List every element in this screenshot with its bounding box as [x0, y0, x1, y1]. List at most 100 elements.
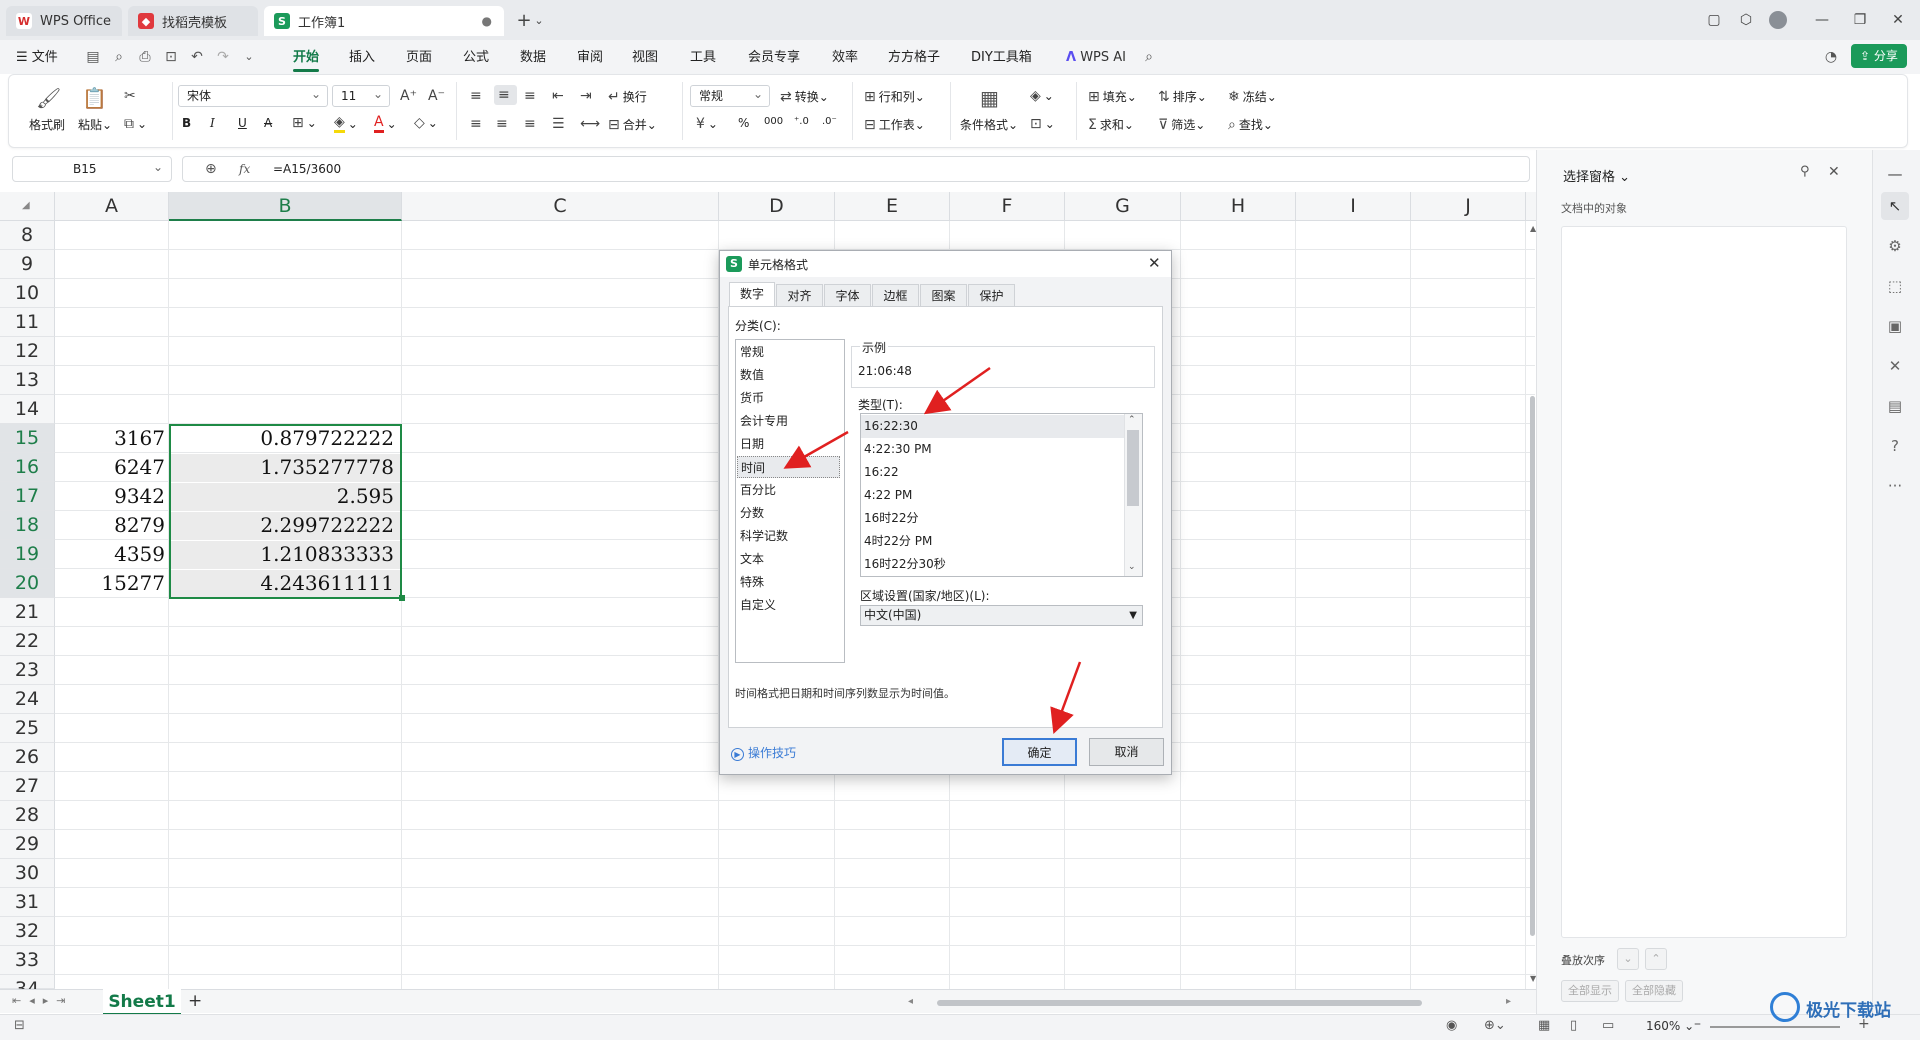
- row-header-22[interactable]: 22: [0, 627, 55, 656]
- cell-a18[interactable]: 8279: [55, 511, 169, 540]
- image-edit-icon[interactable]: ▣: [1881, 312, 1909, 340]
- chat-icon[interactable]: ◔: [1822, 47, 1840, 67]
- paste-button[interactable]: 粘贴 ⌄: [78, 116, 112, 133]
- clear-format-icon[interactable]: ◇ ⌄: [414, 115, 438, 131]
- row-header-26[interactable]: 26: [0, 743, 55, 772]
- row-header-8[interactable]: 8: [0, 221, 55, 250]
- category-item[interactable]: 货币: [740, 387, 843, 409]
- row-header-24[interactable]: 24: [0, 685, 55, 714]
- tab-list-chevron-icon[interactable]: ⌄: [530, 8, 548, 32]
- ok-button[interactable]: 确定: [1002, 738, 1077, 766]
- row-header-32[interactable]: 32: [0, 917, 55, 946]
- convert-button[interactable]: ⇄ 转换 ⌄: [780, 88, 829, 105]
- category-item[interactable]: 常规: [740, 341, 843, 363]
- locale-dropdown[interactable]: 中文(中国) ▼: [860, 605, 1143, 626]
- name-box[interactable]: B15: [12, 155, 172, 182]
- freeze-button[interactable]: ❄ 冻结 ⌄: [1228, 88, 1277, 105]
- row-header-28[interactable]: 28: [0, 801, 55, 830]
- column-header-d[interactable]: D: [719, 192, 835, 221]
- type-item[interactable]: 16时22分30秒: [864, 553, 1124, 576]
- print-preview-icon[interactable]: ⊡: [162, 47, 180, 67]
- dialog-tab-2[interactable]: 对齐: [776, 284, 823, 306]
- currency-icon[interactable]: ¥ ⌄: [696, 116, 718, 132]
- undo-icon[interactable]: ↶: [188, 47, 206, 67]
- category-item[interactable]: 会计专用: [740, 410, 843, 432]
- format-painter-button[interactable]: 格式刷: [29, 116, 65, 133]
- format-icon[interactable]: ⬚: [1881, 272, 1909, 300]
- properties-icon[interactable]: ⚙: [1881, 232, 1909, 260]
- row-header-34[interactable]: 34: [0, 975, 55, 1000]
- align-right-icon[interactable]: ≡: [524, 116, 539, 132]
- conditional-format-button[interactable]: 条件格式 ⌄: [960, 116, 1018, 133]
- sort-button[interactable]: ⇅ 排序 ⌄: [1158, 88, 1207, 105]
- help-icon[interactable]: ?: [1881, 432, 1909, 460]
- paste-icon[interactable]: 📋: [82, 86, 107, 110]
- move-up-button[interactable]: ⌃: [1645, 948, 1667, 970]
- object-list[interactable]: [1561, 226, 1847, 938]
- restore-icon[interactable]: ❐: [1846, 8, 1874, 32]
- sheet-tab-sheet1[interactable]: Sheet1: [103, 989, 181, 1015]
- row-header-30[interactable]: 30: [0, 859, 55, 888]
- row-header-18[interactable]: 18: [0, 511, 55, 540]
- fill-button[interactable]: ⊞ 填充 ⌄: [1088, 88, 1137, 105]
- sum-button[interactable]: Σ 求和 ⌄: [1088, 116, 1134, 133]
- indent-decrease-icon[interactable]: ⇤: [552, 88, 567, 104]
- row-header-9[interactable]: 9: [0, 250, 55, 279]
- cell-a15[interactable]: 3167: [55, 424, 169, 453]
- column-header-f[interactable]: F: [950, 192, 1065, 221]
- row-header-23[interactable]: 23: [0, 656, 55, 685]
- type-item[interactable]: 16时22分: [864, 507, 1124, 530]
- align-center-icon[interactable]: ≡: [496, 116, 511, 132]
- category-item[interactable]: 百分比: [740, 479, 843, 501]
- indent-increase-icon[interactable]: ⇥: [580, 88, 595, 104]
- fx-icon[interactable]: fx: [239, 157, 250, 181]
- quick-access-chevron-icon[interactable]: ⌄: [240, 47, 258, 67]
- fill-color-icon[interactable]: ◈ ⌄: [334, 114, 358, 133]
- type-item[interactable]: 16:22:30: [861, 415, 1124, 438]
- align-left-icon[interactable]: ≡: [470, 116, 485, 132]
- column-header-g[interactable]: G: [1065, 192, 1181, 221]
- page-break-icon[interactable]: ▭: [1602, 1018, 1614, 1033]
- decimal-increase-icon[interactable]: ⁺.0: [794, 116, 809, 127]
- dialog-tab-5[interactable]: 图案: [920, 284, 967, 306]
- menu-2[interactable]: 插入: [349, 47, 375, 69]
- book-icon[interactable]: ▤: [1881, 392, 1909, 420]
- cell-border-icon[interactable]: ⊡ ⌄: [1030, 116, 1055, 132]
- column-header-a[interactable]: A: [55, 192, 169, 221]
- close-pane-icon[interactable]: ✕: [1828, 164, 1840, 180]
- minimize-icon[interactable]: —: [1808, 8, 1836, 32]
- type-item[interactable]: 4时22分 PM: [864, 530, 1124, 553]
- decrease-font-icon[interactable]: A⁻: [428, 88, 448, 104]
- print-icon[interactable]: ⎙: [136, 47, 154, 67]
- more-icon[interactable]: ···: [1881, 472, 1909, 500]
- column-header-i[interactable]: I: [1296, 192, 1411, 221]
- cell-a20[interactable]: 15277: [55, 569, 169, 598]
- horizontal-scrollbar-thumb[interactable]: [937, 1000, 1422, 1006]
- decimal-decrease-icon[interactable]: .0⁻: [822, 116, 837, 127]
- font-size-dropdown[interactable]: 11: [332, 84, 390, 107]
- category-item[interactable]: 文本: [740, 548, 843, 570]
- worksheet-button[interactable]: ⊟ 工作表 ⌄: [864, 116, 925, 133]
- menu-3[interactable]: 页面: [406, 47, 432, 69]
- align-middle-icon[interactable]: ≡: [494, 85, 517, 105]
- number-format-dropdown[interactable]: 常规: [690, 84, 770, 107]
- dialog-tab-4[interactable]: 边框: [872, 284, 919, 306]
- type-item[interactable]: 16:22: [864, 461, 1124, 484]
- tips-link[interactable]: ▶ 操作技巧: [731, 744, 796, 761]
- category-item[interactable]: 科学记数: [740, 525, 843, 547]
- formula-input[interactable]: =A15/3600: [273, 157, 341, 181]
- menu-8[interactable]: 工具: [690, 47, 716, 69]
- copy-icon[interactable]: ⧉ ⌄: [124, 116, 147, 132]
- formula-bar[interactable]: ⊕ fx =A15/3600: [182, 156, 1530, 182]
- type-list-scroll-thumb[interactable]: [1127, 430, 1139, 506]
- align-bottom-icon[interactable]: ≡: [524, 88, 539, 104]
- row-header-31[interactable]: 31: [0, 888, 55, 917]
- row-header-13[interactable]: 13: [0, 366, 55, 395]
- justify-icon[interactable]: ☰: [552, 116, 568, 132]
- column-header-c[interactable]: C: [402, 192, 719, 221]
- pin-icon[interactable]: ⚲: [1800, 164, 1810, 179]
- type-item[interactable]: 4:22:30 PM: [864, 438, 1124, 461]
- show-all-button[interactable]: 全部显示: [1561, 980, 1619, 1002]
- row-header-11[interactable]: 11: [0, 308, 55, 337]
- macro-record-icon[interactable]: ⊟: [14, 1018, 25, 1033]
